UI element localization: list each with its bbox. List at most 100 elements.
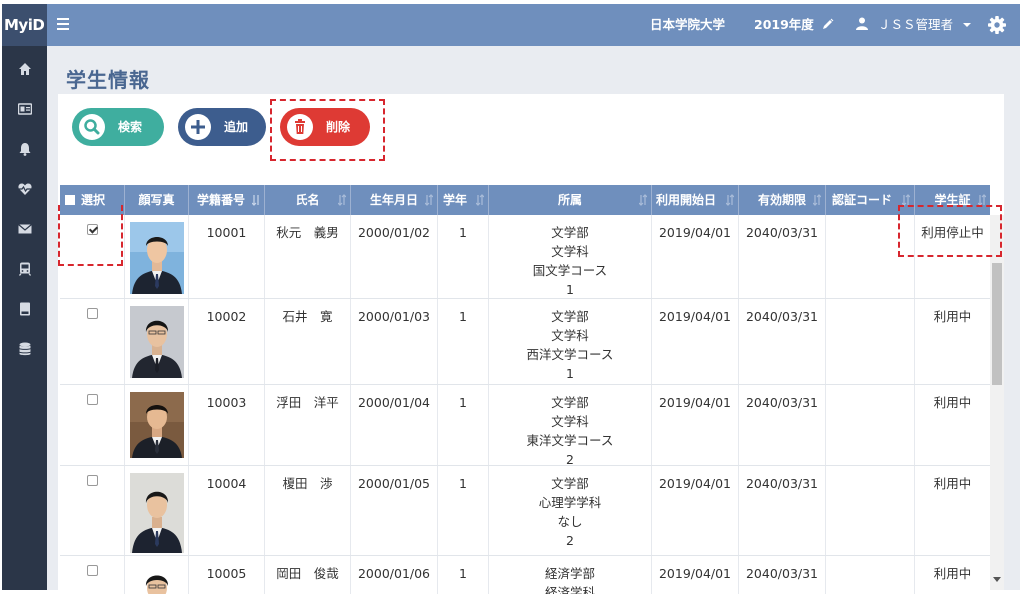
bell-icon[interactable] bbox=[18, 142, 32, 156]
table-row[interactable]: 10001 秋元 義男 2000/01/02 1 文学部 文学科 国文学コース … bbox=[60, 215, 990, 299]
start-date-cell: 2019/04/01 bbox=[652, 385, 739, 465]
grade-cell: 1 bbox=[438, 466, 489, 555]
name-cell: 浮田 洋平 bbox=[265, 385, 351, 465]
photo-cell bbox=[125, 385, 189, 465]
student-card-status: 利用中 bbox=[933, 476, 972, 491]
pencil-icon bbox=[823, 18, 834, 29]
grade-cell: 1 bbox=[438, 215, 489, 298]
row-checkbox[interactable] bbox=[87, 308, 98, 319]
row-checkbox[interactable] bbox=[87, 565, 98, 576]
student-photo bbox=[130, 392, 184, 458]
caret-down-icon bbox=[962, 23, 971, 27]
start-date-cell: 2019/04/01 bbox=[652, 299, 739, 384]
name-cell: 石井 寛 bbox=[265, 299, 351, 384]
page-title: 学生情報 bbox=[66, 68, 150, 92]
book-icon[interactable] bbox=[18, 302, 32, 316]
student-id-cell: 10004 bbox=[189, 466, 265, 555]
table-row[interactable]: 10004 榎田 渉 2000/01/05 1 文学部 心理学学科 なし 2 2… bbox=[60, 466, 990, 556]
gear-icon[interactable] bbox=[988, 16, 1006, 34]
auth-code-cell bbox=[826, 299, 915, 384]
grade-cell: 1 bbox=[438, 299, 489, 384]
auth-code-cell bbox=[826, 556, 915, 594]
sort-icon bbox=[813, 194, 821, 206]
id-card-icon[interactable] bbox=[18, 102, 32, 116]
column-name[interactable]: 氏名 bbox=[265, 185, 351, 215]
train-icon[interactable] bbox=[18, 262, 32, 276]
scroll-down-arrow-icon[interactable] bbox=[993, 577, 1001, 582]
select-cell bbox=[60, 556, 125, 594]
auth-code-cell bbox=[826, 466, 915, 555]
vertical-scrollbar[interactable] bbox=[990, 215, 1004, 590]
birthdate-cell: 2000/01/04 bbox=[351, 385, 438, 465]
student-photo bbox=[130, 222, 184, 294]
affiliation-cell: 文学部 文学科 東洋文学コース 2 bbox=[489, 385, 652, 467]
student-photo bbox=[130, 306, 184, 378]
expiry-cell: 2040/03/31 bbox=[739, 385, 826, 465]
row-checkbox[interactable] bbox=[87, 475, 98, 486]
start-date-cell: 2019/04/01 bbox=[652, 215, 739, 298]
search-label: 検索 bbox=[118, 120, 143, 134]
grade-cell: 1 bbox=[438, 556, 489, 594]
table-row[interactable]: 10002 石井 寛 2000/01/03 1 文学部 文学科 西洋文学コース … bbox=[60, 299, 990, 385]
student-photo bbox=[130, 566, 184, 594]
start-date-cell: 2019/04/01 bbox=[652, 556, 739, 594]
table-row[interactable]: 10005 岡田 俊哉 2000/01/06 1 経済学部 経済学科 2019/… bbox=[60, 556, 990, 594]
home-icon[interactable] bbox=[18, 62, 32, 76]
select-all-checkbox[interactable] bbox=[65, 195, 75, 205]
user-menu[interactable]: ＪＳＳ管理者 bbox=[856, 4, 971, 46]
table-row[interactable]: 10003 浮田 洋平 2000/01/04 1 文学部 文学科 東洋文学コース… bbox=[60, 385, 990, 467]
column-photo: 顔写真 bbox=[125, 185, 189, 215]
expiry-cell: 2040/03/31 bbox=[739, 299, 826, 384]
photo-cell bbox=[125, 299, 189, 384]
search-button[interactable]: 検索 bbox=[72, 108, 164, 146]
column-affiliation[interactable]: 所属 bbox=[489, 185, 652, 215]
user-name: ＪＳＳ管理者 bbox=[877, 17, 953, 32]
scrollbar-thumb[interactable] bbox=[992, 263, 1002, 385]
birthdate-cell: 2000/01/03 bbox=[351, 299, 438, 384]
grade-cell: 1 bbox=[438, 385, 489, 465]
column-student-id[interactable]: 学籍番号 bbox=[189, 185, 265, 215]
sort-icon bbox=[338, 194, 346, 206]
sidebar bbox=[2, 46, 47, 590]
start-date-cell: 2019/04/01 bbox=[652, 466, 739, 555]
table-body: 10001 秋元 義男 2000/01/02 1 文学部 文学科 国文学コース … bbox=[60, 215, 990, 594]
student-id-cell: 10003 bbox=[189, 385, 265, 465]
select-cell bbox=[60, 299, 125, 384]
column-start-date[interactable]: 利用開始日 bbox=[652, 185, 739, 215]
photo-cell bbox=[125, 215, 189, 298]
envelope-icon[interactable] bbox=[18, 222, 32, 236]
add-button[interactable]: 追加 bbox=[178, 108, 266, 146]
student-id-cell: 10002 bbox=[189, 299, 265, 384]
year-selector[interactable]: 2019年度 bbox=[754, 4, 834, 46]
column-expiry[interactable]: 有効期限 bbox=[739, 185, 826, 215]
status-highlight bbox=[898, 205, 1002, 257]
column-birthdate[interactable]: 生年月日 bbox=[351, 185, 438, 215]
affiliation-cell: 経済学部 経済学科 bbox=[489, 556, 652, 594]
add-label: 追加 bbox=[224, 120, 249, 134]
affiliation-cell: 文学部 文学科 西洋文学コース 1 bbox=[489, 299, 652, 384]
birthdate-cell: 2000/01/06 bbox=[351, 556, 438, 594]
photo-cell bbox=[125, 466, 189, 555]
birthdate-cell: 2000/01/05 bbox=[351, 466, 438, 555]
brand-logo[interactable]: MyiD bbox=[2, 4, 47, 46]
column-grade[interactable]: 学年 bbox=[438, 185, 489, 215]
delete-button-highlight bbox=[270, 99, 385, 161]
affiliation-cell: 文学部 心理学学科 なし 2 bbox=[489, 466, 652, 555]
search-icon bbox=[79, 114, 105, 140]
expiry-cell: 2040/03/31 bbox=[739, 215, 826, 298]
select-cell bbox=[60, 385, 125, 465]
sort-icon bbox=[726, 194, 734, 206]
birthdate-cell: 2000/01/02 bbox=[351, 215, 438, 298]
student-card-status: 利用中 bbox=[933, 395, 972, 410]
checkbox-highlight bbox=[58, 205, 123, 266]
student-id-cell: 10005 bbox=[189, 556, 265, 594]
university-name: 日本学院大学 bbox=[650, 17, 726, 32]
top-bar: MyiD 日本学院大学 2019年度 ＪＳＳ管理者 bbox=[2, 4, 1020, 46]
heartbeat-icon[interactable] bbox=[18, 182, 32, 196]
database-icon[interactable] bbox=[18, 342, 32, 356]
expiry-cell: 2040/03/31 bbox=[739, 556, 826, 594]
year-label: 2019年度 bbox=[754, 17, 814, 32]
menu-toggle-icon[interactable] bbox=[57, 18, 69, 30]
sort-icon bbox=[252, 195, 259, 206]
row-checkbox[interactable] bbox=[87, 394, 98, 405]
